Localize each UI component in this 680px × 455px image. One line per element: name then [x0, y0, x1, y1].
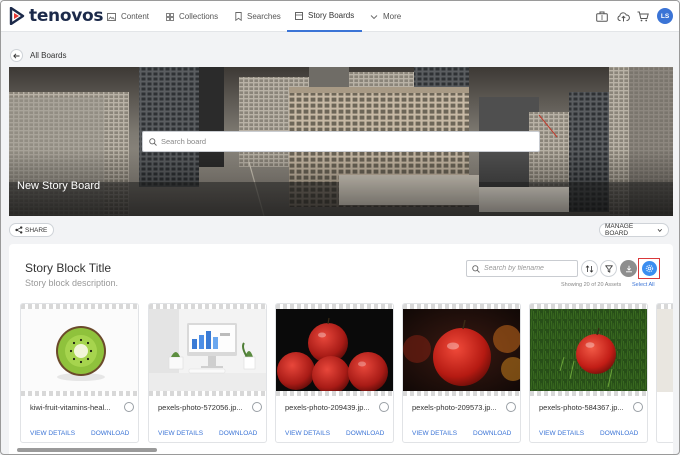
nav-more[interactable]: More: [370, 1, 401, 32]
share-label: SHARE: [25, 226, 48, 234]
download-link[interactable]: DOWNLOAD: [91, 430, 129, 437]
asset-filename: pexels-photo-572056.jp...: [158, 403, 243, 412]
asset-filename: pexels-photo-209439.jp...: [285, 403, 370, 412]
download-link[interactable]: DOWNLOAD: [600, 430, 638, 437]
asset-filename: pexels-photo-209573.jp...: [412, 403, 497, 412]
view-details-link[interactable]: VIEW DETAILS: [412, 430, 457, 437]
manage-board-label: MANAGE BOARD: [605, 223, 634, 237]
download-link[interactable]: DOWNLOAD: [473, 430, 511, 437]
download-link[interactable]: DOWNLOAD: [346, 430, 384, 437]
sort-icon: [585, 264, 594, 273]
share-icon: [15, 226, 23, 234]
asset-card[interactable]: pexels-photo-209439.jp... VIEW DETAILS D…: [275, 303, 394, 443]
asset-thumbnail[interactable]: [21, 309, 138, 392]
asset-select-radio[interactable]: [252, 402, 262, 412]
storyboard-icon: [295, 11, 303, 20]
asset-card[interactable]: pexels-photo-209573.jp... VIEW DETAILS D…: [402, 303, 521, 443]
board-search-input[interactable]: [161, 137, 521, 146]
download-link[interactable]: DOWNLOAD: [219, 430, 257, 437]
brand-logo[interactable]: tenovos: [9, 6, 104, 26]
story-block-description: Story block description.: [25, 278, 119, 288]
asset-thumbnail[interactable]: [530, 309, 647, 392]
nav-collections[interactable]: Collections: [166, 1, 218, 32]
nav-searches[interactable]: Searches: [235, 1, 281, 32]
nav-story-boards[interactable]: Story Boards: [287, 1, 362, 32]
cart-button[interactable]: [637, 1, 649, 32]
view-details-link[interactable]: VIEW DETAILS: [285, 430, 330, 437]
image-icon: [107, 12, 116, 21]
grid-icon: [166, 12, 174, 21]
nav-searches-label: Searches: [247, 12, 281, 21]
filter-icon: [604, 264, 613, 273]
select-all-link[interactable]: Select All: [632, 282, 655, 288]
chevron-down-icon: [658, 228, 663, 232]
asset-card[interactable]: kiwi-fruit-vitamins-heal... VIEW DETAILS…: [20, 303, 139, 443]
asset-select-radio[interactable]: [633, 402, 643, 412]
asset-card[interactable]: pexels-photo-584367.jp... VIEW DETAILS D…: [529, 303, 648, 443]
briefcase-button[interactable]: [596, 1, 608, 32]
arrow-left-icon: [13, 52, 20, 59]
apple-in-grass-image: [530, 309, 647, 392]
asset-filename: pexels-photo-584367.jp...: [539, 403, 624, 412]
tenovos-logo-icon: [9, 7, 25, 25]
user-avatar[interactable]: LS: [657, 8, 673, 24]
asset-select-radio[interactable]: [124, 402, 134, 412]
download-all-button[interactable]: [620, 260, 637, 277]
asset-filename: kiwi-fruit-vitamins-heal...: [30, 403, 111, 412]
asset-card[interactable]: pexels-photo-572056.jp... VIEW DETAILS D…: [148, 303, 267, 443]
sort-button[interactable]: [581, 260, 598, 277]
filename-search-field[interactable]: [466, 260, 578, 277]
bookmark-icon: [235, 12, 242, 21]
gear-icon: [645, 264, 653, 273]
view-details-link[interactable]: VIEW DETAILS: [539, 430, 584, 437]
view-details-link[interactable]: VIEW DETAILS: [30, 430, 75, 437]
asset-select-radio[interactable]: [506, 402, 516, 412]
asset-count: Showing 20 of 20 Assets: [561, 282, 622, 288]
kiwi-image: [21, 309, 138, 392]
nav-content-label: Content: [121, 12, 150, 21]
desk-computer-image: [149, 309, 266, 392]
back-button[interactable]: [10, 49, 23, 62]
upload-button[interactable]: [617, 1, 630, 32]
filmstrip-border: [149, 391, 266, 396]
red-apple-image: [403, 309, 520, 392]
manage-board-button[interactable]: MANAGE BOARD: [599, 223, 669, 237]
upload-cloud-icon: [617, 12, 630, 22]
cart-icon: [637, 11, 649, 22]
nav-more-label: More: [383, 12, 402, 21]
story-block-title: Story Block Title: [25, 261, 112, 275]
view-details-link[interactable]: VIEW DETAILS: [158, 430, 203, 437]
download-icon: [625, 265, 632, 272]
board-title: New Story Board: [17, 180, 101, 192]
filmstrip-border: [403, 391, 520, 396]
asset-thumbnail[interactable]: [149, 309, 266, 392]
top-navigation: tenovos Content Collections Searches Sto…: [1, 1, 679, 32]
red-apples-image: [276, 309, 393, 392]
asset-thumbnail[interactable]: [276, 309, 393, 392]
block-settings-button[interactable]: [641, 261, 657, 276]
nav-collections-label: Collections: [179, 12, 219, 21]
settings-button-highlight: [638, 258, 660, 279]
asset-thumbnail: [657, 309, 673, 392]
nav-story-boards-label: Story Boards: [308, 11, 355, 20]
filmstrip-border: [21, 391, 138, 396]
board-search-field[interactable]: [142, 131, 540, 152]
brand-name: tenovos: [29, 6, 104, 26]
filmstrip-border: [530, 391, 647, 396]
filmstrip-border: [276, 391, 393, 396]
horizontal-scrollbar[interactable]: [17, 448, 157, 452]
search-icon: [149, 137, 157, 146]
asset-select-radio[interactable]: [379, 402, 389, 412]
asset-thumbnail[interactable]: [403, 309, 520, 392]
app-window: tenovos Content Collections Searches Sto…: [0, 0, 680, 455]
share-button[interactable]: SHARE: [9, 223, 54, 237]
briefcase-icon: [596, 11, 608, 22]
search-icon: [472, 264, 480, 273]
nav-content[interactable]: Content: [107, 1, 149, 32]
all-boards-link[interactable]: All Boards: [30, 51, 66, 60]
chevron-down-icon: [370, 14, 378, 19]
filter-button[interactable]: [600, 260, 617, 277]
asset-card-partial[interactable]: [656, 303, 673, 443]
filename-search-input[interactable]: [484, 265, 572, 272]
